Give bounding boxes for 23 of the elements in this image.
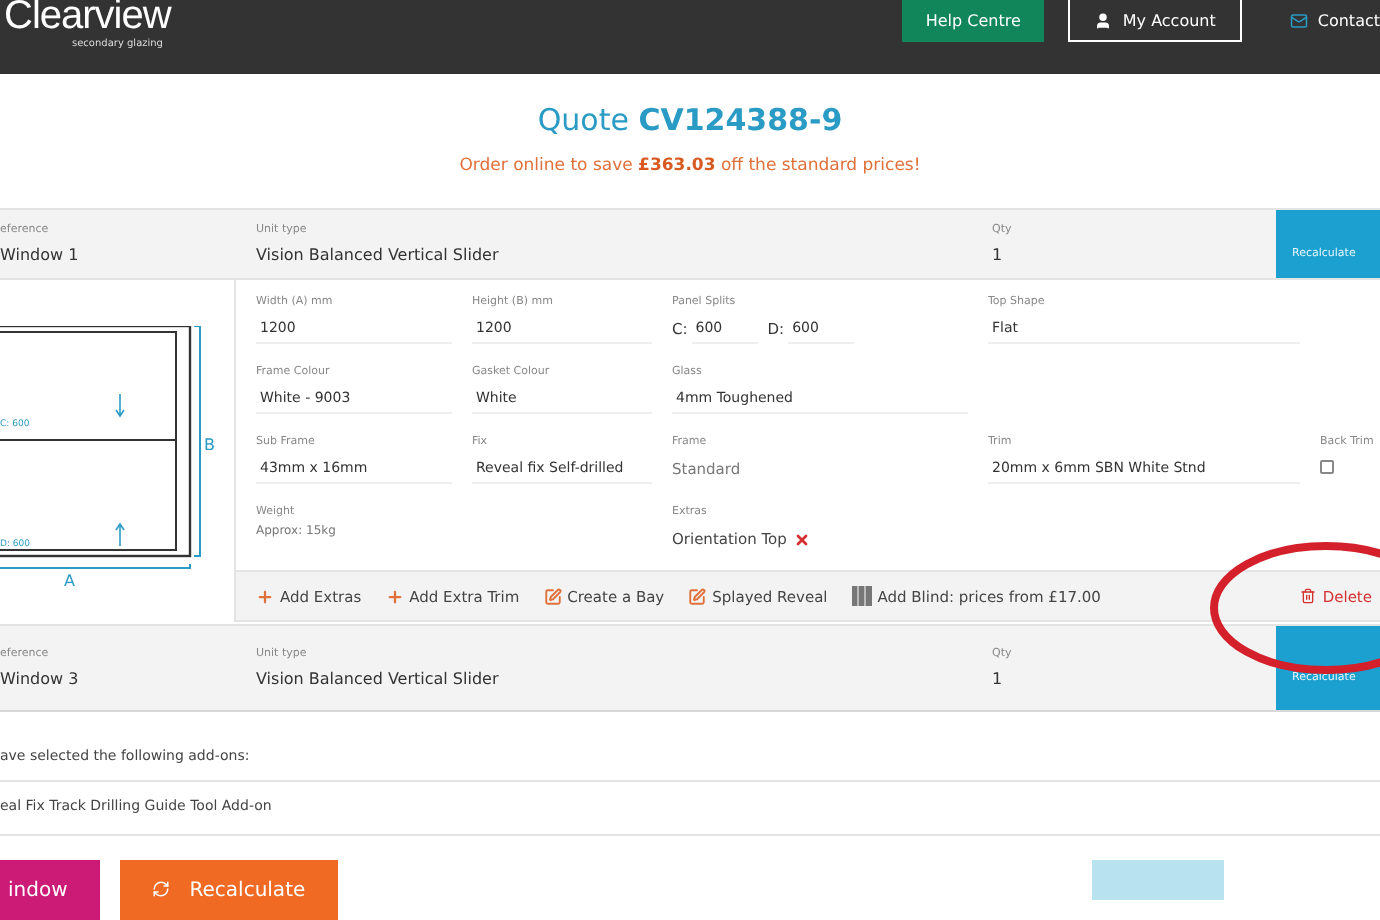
reference-value: Window 3 bbox=[0, 670, 81, 689]
plus-icon bbox=[385, 587, 404, 606]
savings-message: Order online to save £363.03 off the standard prices! bbox=[457, 155, 923, 176]
unit-type-value: Vision Balanced Vertical Slider bbox=[256, 670, 501, 689]
qty-value: 1 bbox=[992, 670, 1005, 689]
refresh-icon bbox=[151, 880, 170, 898]
reference-value: Window 1 bbox=[0, 246, 81, 265]
mail-icon bbox=[1289, 12, 1308, 30]
qty-value: 1 bbox=[992, 246, 1005, 265]
remove-icon[interactable] bbox=[794, 531, 811, 548]
trash-icon bbox=[1300, 588, 1317, 605]
contact-link[interactable]: Contact bbox=[1265, 0, 1380, 42]
checkbox[interactable] bbox=[1320, 460, 1334, 475]
edit-icon bbox=[688, 587, 707, 606]
unit-type-value: Vision Balanced Vertical Slider bbox=[256, 246, 501, 265]
blind-icon bbox=[851, 586, 872, 607]
nav-button[interactable]: My Account bbox=[1068, 0, 1242, 42]
plus-icon bbox=[256, 587, 274, 606]
footer-button[interactable]: indow bbox=[0, 860, 100, 920]
nav-button[interactable]: Help Centre bbox=[901, 0, 1045, 42]
quote-title: Quote CV124388-9 bbox=[535, 101, 845, 138]
edit-icon bbox=[543, 587, 562, 606]
user-icon bbox=[1094, 11, 1113, 29]
